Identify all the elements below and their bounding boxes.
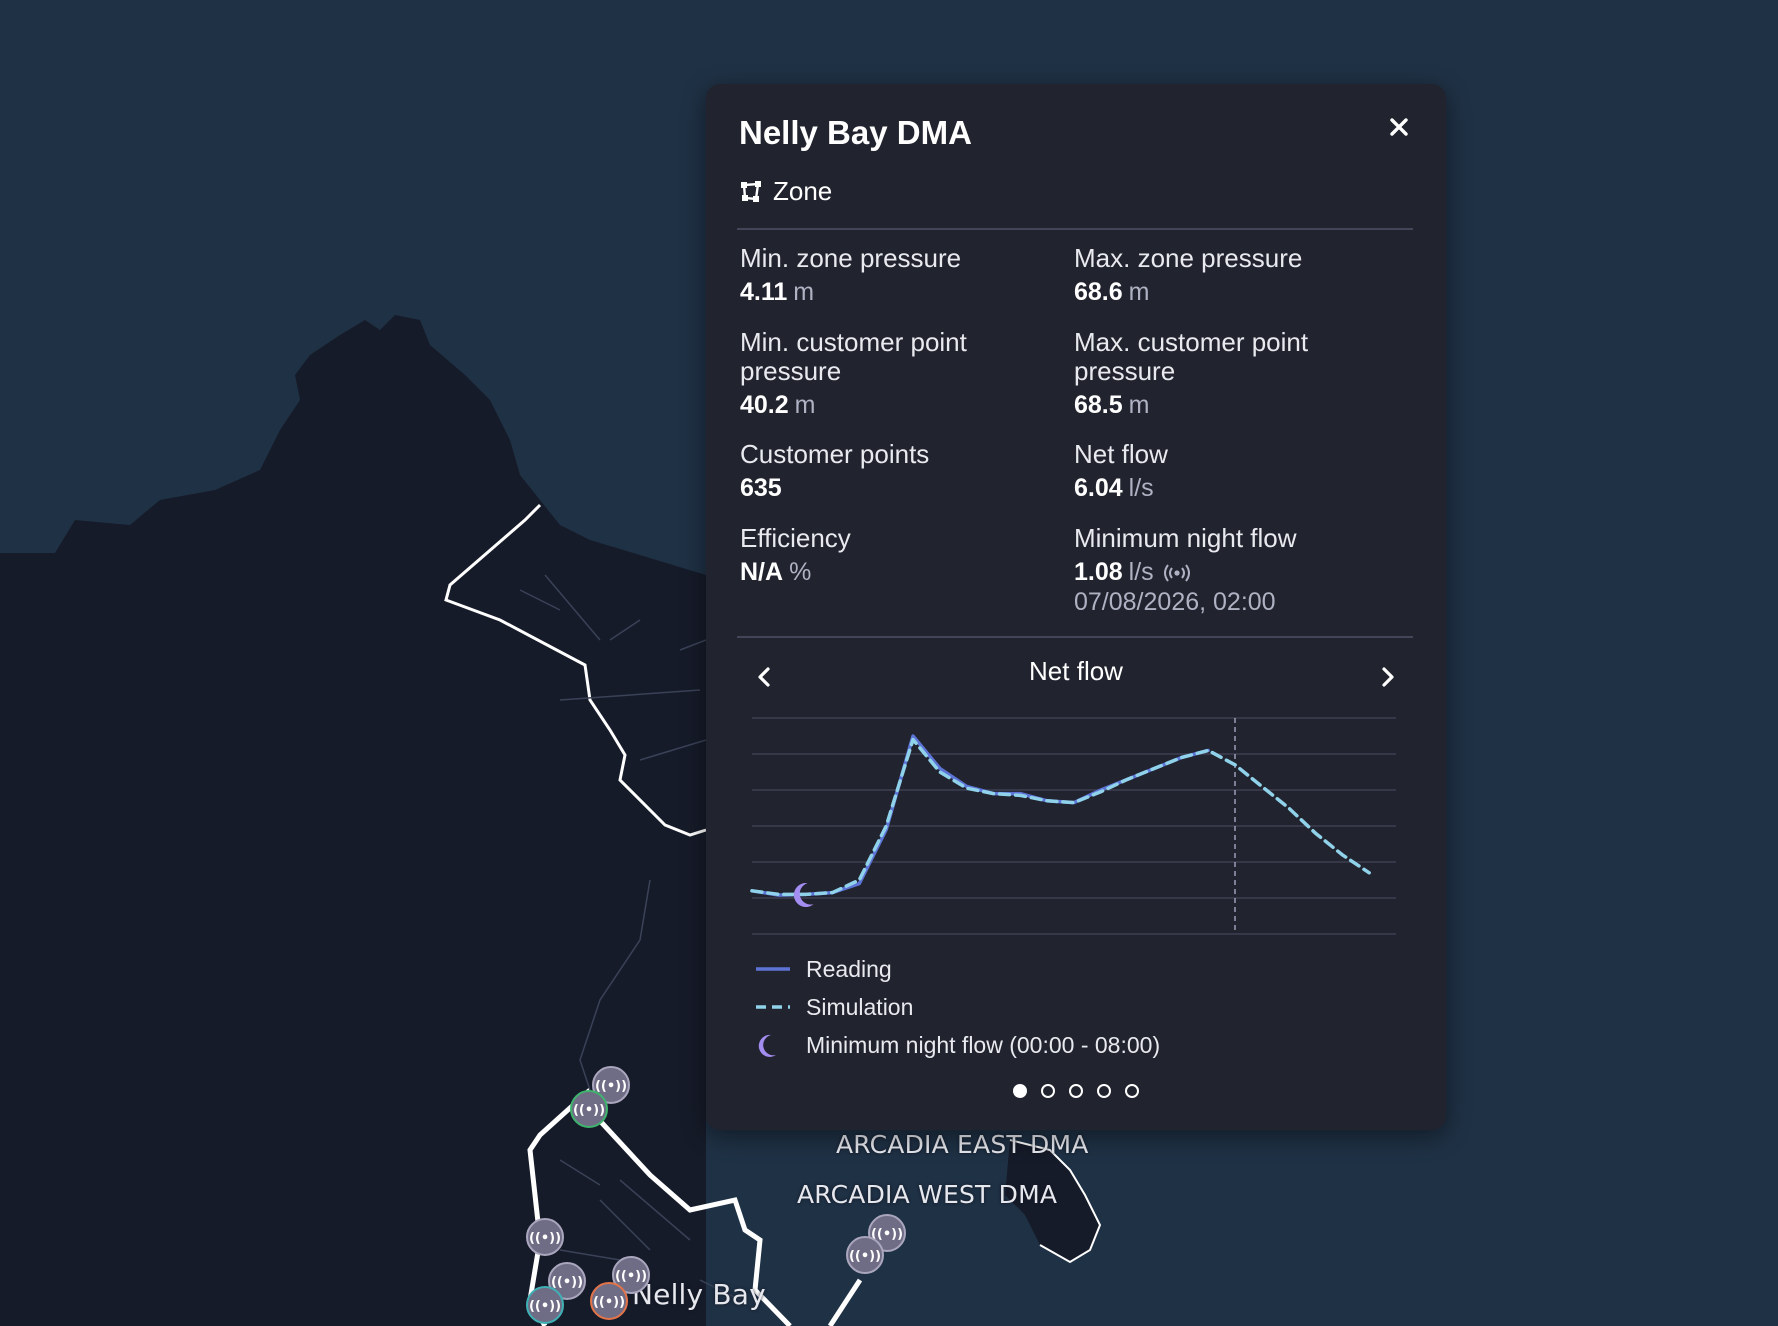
legend-solid-line-icon [756, 967, 790, 971]
metric-minimum-night-flow: Minimum night flow 1.08 l/s 07/08/2026, 0… [1074, 524, 1394, 617]
zone-info-panel: Nelly Bay DMA Zone Min. zone pressure 4.… [706, 84, 1446, 1130]
map-label-arcadia-west: ARCADIA WEST DMA [797, 1180, 1058, 1209]
metric-value: 68.5 m [1074, 391, 1150, 419]
zone-polygon-icon [741, 180, 761, 202]
radio-sensor-icon[interactable]: ((•)) [590, 1282, 628, 1320]
panel-type-label: Zone [773, 176, 833, 206]
metric-value: 1.08 l/s [1074, 557, 1394, 587]
metric-label: Min. customer point pressure [740, 327, 967, 386]
radio-sensor-icon[interactable]: ((•)) [526, 1218, 564, 1256]
radio-sensor-icon [1163, 564, 1190, 582]
island-landmass [0, 315, 706, 1326]
metric-value: 4.11 m [740, 278, 815, 306]
metric-max-customer-point-pressure: Max. customer point pressure 68.5 m [1074, 328, 1334, 420]
radio-sensor-icon[interactable]: ((•)) [846, 1236, 884, 1274]
legend-label: Minimum night flow (00:00 - 08:00) [806, 1031, 1161, 1058]
pager-dot[interactable] [1097, 1084, 1111, 1098]
divider [737, 228, 1413, 230]
pager-dot[interactable] [1125, 1084, 1139, 1098]
pager-dot[interactable] [1013, 1084, 1027, 1098]
metric-label: Min. zone pressure [740, 243, 962, 273]
metric-label: Max. customer point pressure [1074, 327, 1309, 386]
metric-value: 40.2 m [740, 391, 816, 419]
metric-label: Minimum night flow [1074, 523, 1297, 553]
map-label-nelly-bay: Nelly Bay [632, 1278, 766, 1311]
legend-item-simulation: Simulation [756, 988, 1160, 1026]
metric-label: Efficiency [740, 523, 851, 553]
divider [737, 636, 1413, 638]
net-flow-chart [750, 717, 1396, 935]
radio-sensor-icon[interactable]: ((•)) [526, 1286, 564, 1324]
legend-dashed-line-icon [756, 1005, 790, 1009]
metric-net-flow: Net flow 6.04 l/s [1074, 440, 1394, 503]
chart-title: Net flow [1029, 656, 1123, 686]
pager-dot[interactable] [1069, 1084, 1083, 1098]
series-line-reading [750, 734, 1210, 897]
metric-min-zone-pressure: Min. zone pressure 4.11 m [740, 244, 1060, 307]
metric-value: 68.6 m [1074, 278, 1150, 306]
series-line-simulation [750, 737, 1371, 897]
metric-label: Max. zone pressure [1074, 243, 1303, 273]
legend-label: Reading [806, 955, 892, 982]
metric-timestamp: 07/08/2026, 02:00 [1074, 588, 1276, 616]
metric-max-zone-pressure: Max. zone pressure 68.6 m [1074, 244, 1394, 307]
metric-value: 6.04 l/s [1074, 474, 1154, 502]
chart-legend: Reading Simulation Minimum night flow (0… [756, 950, 1160, 1064]
pager-dot[interactable] [1041, 1084, 1055, 1098]
panel-title: Nelly Bay DMA [739, 114, 972, 151]
metric-value: N/A% [740, 558, 812, 586]
metric-label: Net flow [1074, 439, 1168, 469]
chevron-right-icon[interactable] [1373, 660, 1403, 694]
metric-min-customer-point-pressure: Min. customer point pressure 40.2 m [740, 328, 1000, 420]
close-icon[interactable] [1384, 112, 1414, 142]
metric-customer-points: Customer points 635 [740, 440, 1060, 503]
legend-item-reading: Reading [756, 950, 1160, 988]
panel-type: Zone [739, 176, 832, 207]
legend-item-minimum-night-flow: Minimum night flow (00:00 - 08:00) [756, 1026, 1160, 1064]
metric-value: 635 [740, 474, 782, 502]
map-label-arcadia-east: ARCADIA EAST DMA [836, 1130, 1089, 1159]
moon-icon [758, 1034, 776, 1057]
radio-sensor-icon[interactable]: ((•)) [570, 1090, 608, 1128]
metric-efficiency: Efficiency N/A% [740, 524, 1060, 587]
chart-pager [706, 1084, 1446, 1098]
metric-label: Customer points [740, 439, 930, 469]
legend-label: Simulation [806, 993, 914, 1020]
